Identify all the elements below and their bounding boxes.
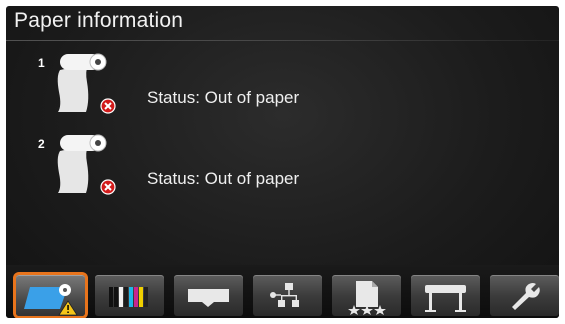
jobs-tab[interactable]	[332, 275, 401, 316]
roll-number: 1	[38, 56, 45, 70]
job-queue-icon	[348, 281, 386, 315]
ink-tab[interactable]	[95, 275, 164, 316]
wrench-icon	[512, 283, 540, 310]
roll-entry-1[interactable]: 1 Status: Out of paper	[6, 50, 559, 120]
roll-entry-2[interactable]: 2 Status: Out of paper	[6, 131, 559, 201]
output-tray-icon	[188, 289, 229, 307]
output-tab[interactable]	[174, 275, 243, 316]
paper-roll-error-icon	[57, 134, 116, 195]
printer-icon	[425, 285, 466, 312]
paper-roll-warning-icon	[24, 284, 78, 316]
bottom-toolbar	[6, 265, 559, 318]
roll-status-text: Status: Out of paper	[147, 169, 300, 188]
network-tab[interactable]	[253, 275, 322, 316]
network-icon	[270, 283, 299, 307]
roll-status-text: Status: Out of paper	[147, 88, 300, 107]
setup-tab[interactable]	[490, 275, 559, 316]
ink-cartridges-icon	[109, 287, 148, 307]
paper-roll-error-icon	[57, 53, 116, 114]
paper-info-tab[interactable]	[16, 275, 85, 316]
printer-display: Paper information 1 Status: Out of paper…	[6, 6, 559, 318]
printer-tab[interactable]	[411, 275, 480, 316]
roll-number: 2	[38, 137, 45, 151]
page-title: Paper information	[14, 9, 184, 32]
title-divider	[6, 40, 559, 41]
